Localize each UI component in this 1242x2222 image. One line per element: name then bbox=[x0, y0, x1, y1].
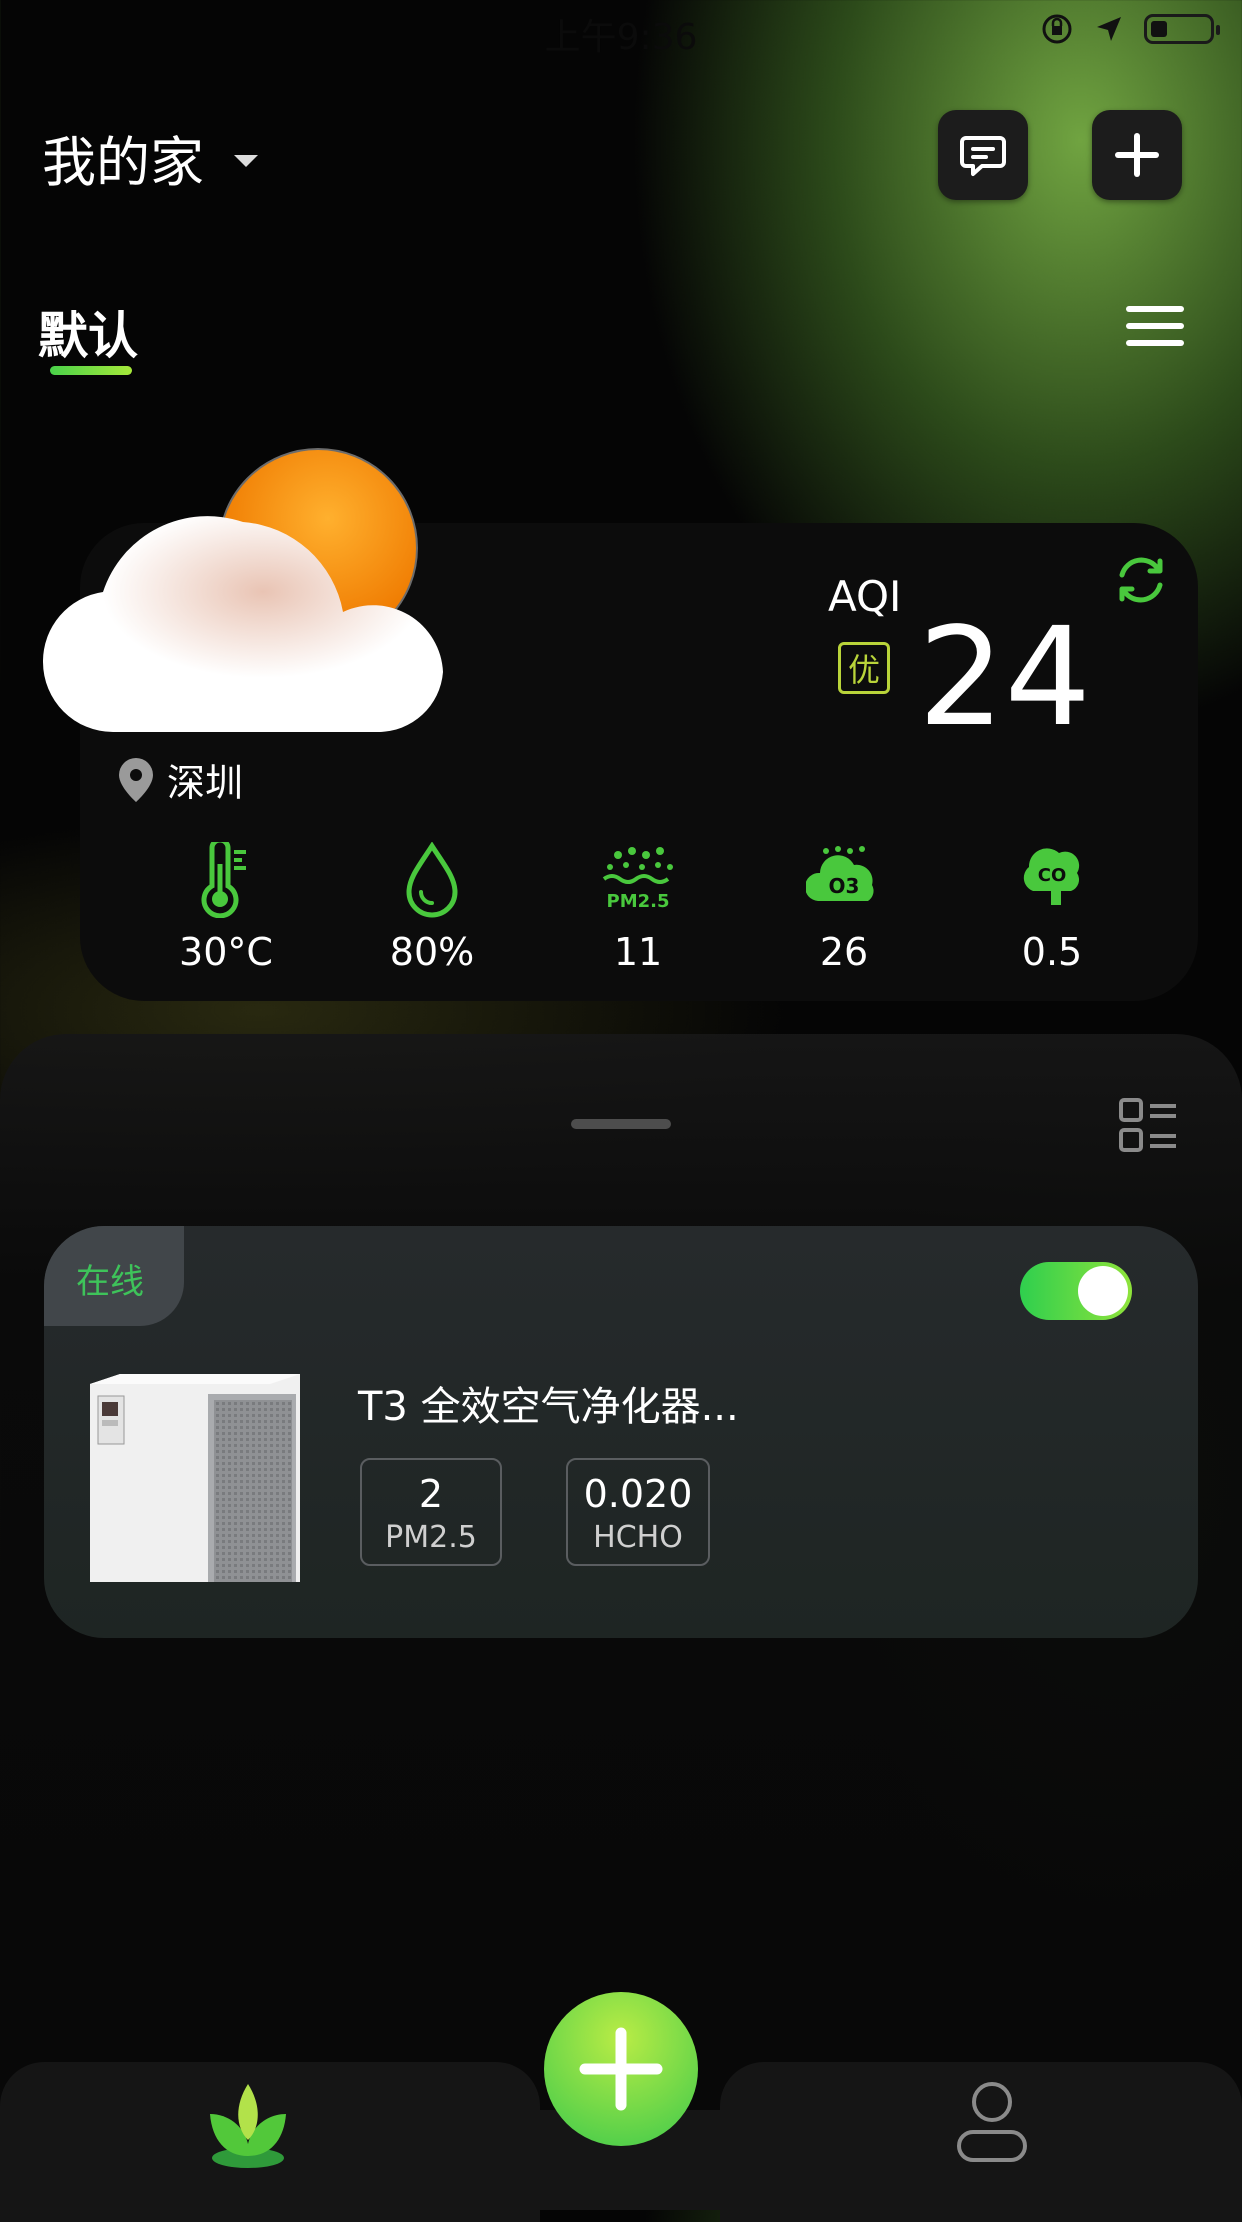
plus-icon bbox=[1115, 133, 1159, 177]
location-arrow-icon bbox=[1097, 17, 1121, 41]
messages-button[interactable] bbox=[938, 110, 1028, 200]
toggle-knob bbox=[1078, 1266, 1128, 1316]
home-selector[interactable]: 我的家 bbox=[42, 118, 258, 197]
stat-pm25-label: PM2.5 bbox=[385, 1520, 477, 1555]
stat-pm25-value: 2 bbox=[418, 1472, 444, 1516]
tab-underline bbox=[50, 366, 132, 375]
stat-hcho-value: 0.020 bbox=[583, 1472, 693, 1516]
metric-humidity: 80% bbox=[342, 840, 522, 974]
temperature-value: 30°C bbox=[179, 930, 273, 974]
metric-ozone: O3 26 bbox=[754, 840, 934, 974]
hamburger-menu-icon[interactable] bbox=[1126, 306, 1184, 357]
device-name: T3 全效空气净化器... bbox=[358, 1384, 739, 1430]
ozone-icon: O3 bbox=[806, 846, 874, 901]
orientation-lock-icon bbox=[1042, 14, 1072, 44]
chevron-down-icon bbox=[234, 154, 258, 167]
device-card[interactable]: 在线 T3 全效空气净化器... 2 PM2.5 0.020 HCHO bbox=[44, 1226, 1198, 1638]
list-view-icon[interactable] bbox=[1118, 1097, 1178, 1155]
aqi-level-badge: 优 bbox=[838, 642, 890, 694]
air-purifier-image bbox=[90, 1374, 300, 1582]
aqi-label: AQI bbox=[828, 572, 902, 621]
co-icon: CO bbox=[1023, 848, 1080, 905]
co-icon-label: CO bbox=[1038, 865, 1067, 886]
co-value: 0.5 bbox=[1021, 930, 1083, 974]
home-name: 我的家 bbox=[42, 131, 204, 194]
cloud-icon bbox=[43, 516, 443, 732]
pm25-icon-label: PM2.5 bbox=[607, 891, 670, 912]
water-drop-icon bbox=[406, 842, 458, 918]
tab-home-leaf-icon[interactable] bbox=[206, 2078, 290, 2168]
aqi-value: 24 bbox=[918, 599, 1092, 757]
pm25-value: 11 bbox=[613, 930, 663, 974]
ozone-icon-label: O3 bbox=[829, 874, 860, 898]
plus-icon bbox=[579, 2027, 663, 2111]
refresh-icon[interactable] bbox=[1114, 553, 1168, 607]
metric-co: CO 0.5 bbox=[962, 840, 1142, 974]
tab-default[interactable]: 默认 bbox=[38, 296, 138, 368]
stat-hcho: 0.020 HCHO bbox=[566, 1458, 710, 1566]
metric-pm25: PM2.5 11 bbox=[548, 840, 728, 974]
metric-temperature: 30°C bbox=[136, 840, 316, 974]
add-device-fab[interactable] bbox=[544, 1992, 698, 2146]
ozone-value: 26 bbox=[819, 930, 869, 974]
stat-pm25: 2 PM2.5 bbox=[360, 1458, 502, 1566]
tab-profile-icon[interactable] bbox=[955, 2080, 1029, 2164]
location-name: 深圳 bbox=[167, 761, 244, 805]
location-pin-icon bbox=[119, 757, 153, 802]
pm25-icon: PM2.5 bbox=[602, 847, 673, 912]
location: 深圳 bbox=[115, 752, 243, 807]
battery-icon bbox=[1144, 14, 1220, 44]
online-status: 在线 bbox=[76, 1262, 144, 1302]
humidity-value: 80% bbox=[389, 930, 475, 974]
add-button[interactable] bbox=[1092, 110, 1182, 200]
status-icons bbox=[1040, 12, 1220, 46]
power-toggle[interactable] bbox=[1020, 1262, 1132, 1320]
stat-hcho-label: HCHO bbox=[593, 1520, 683, 1555]
thermometer-icon bbox=[201, 842, 246, 918]
sheet-drag-handle[interactable] bbox=[571, 1119, 671, 1129]
message-icon bbox=[960, 136, 1006, 176]
